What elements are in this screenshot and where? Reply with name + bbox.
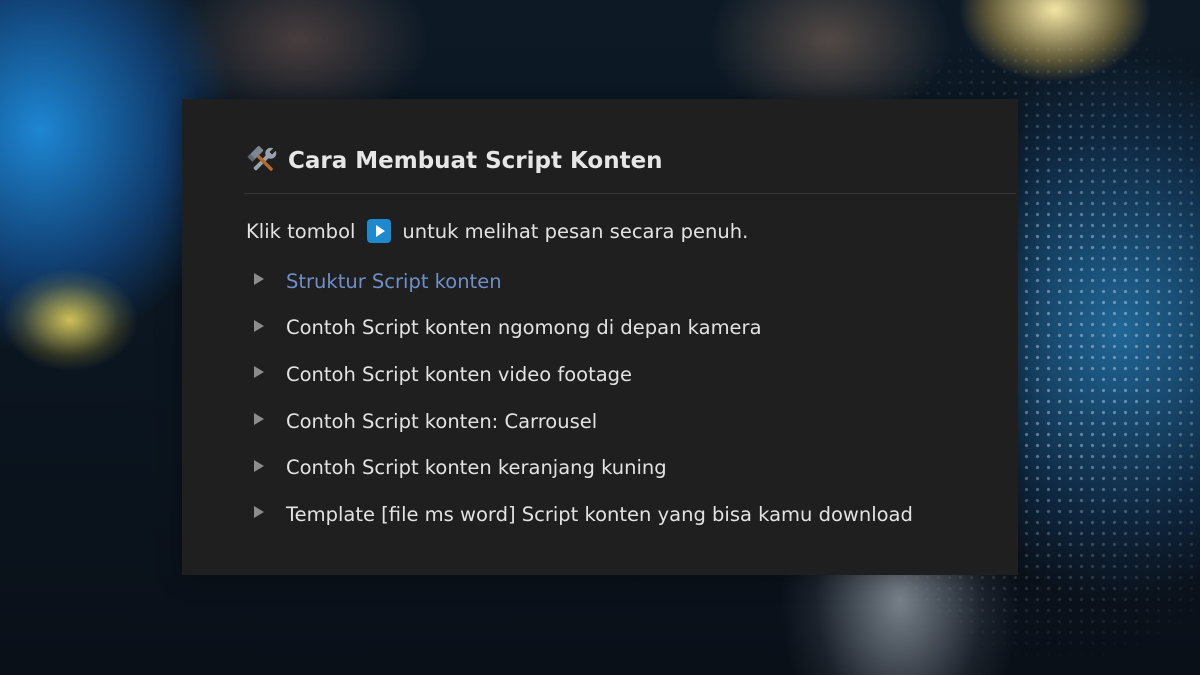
toggle-label[interactable]: Template [file ms word] Script konten ya… bbox=[286, 503, 913, 526]
toggle-label[interactable]: Contoh Script konten ngomong di depan ka… bbox=[286, 316, 762, 339]
toggle-item-template[interactable]: Template [file ms word] Script konten ya… bbox=[254, 491, 913, 538]
toggle-arrow-icon[interactable] bbox=[254, 366, 264, 379]
heading-divider bbox=[244, 193, 1016, 194]
play-button-icon[interactable] bbox=[367, 219, 392, 243]
intro-text-after: untuk melihat pesan secara penuh. bbox=[402, 219, 749, 243]
page-title: Cara Membuat Script Konten bbox=[288, 148, 663, 174]
toggle-list: Struktur Script konten Contoh Script kon… bbox=[254, 258, 913, 538]
toggle-arrow-icon[interactable] bbox=[254, 273, 264, 286]
page-heading: Cara Membuat Script Konten bbox=[246, 141, 1016, 181]
toggle-arrow-icon[interactable] bbox=[254, 506, 264, 519]
toggle-label[interactable]: Contoh Script konten video footage bbox=[286, 363, 632, 386]
toggle-arrow-icon[interactable] bbox=[254, 459, 264, 472]
notion-content-panel: Cara Membuat Script Konten Klik tombol u… bbox=[182, 99, 1018, 575]
intro-text-before: Klik tombol bbox=[246, 219, 356, 243]
toggle-item-keranjang[interactable]: Contoh Script konten keranjang kuning bbox=[254, 444, 913, 491]
toggle-item-struktur[interactable]: Struktur Script konten bbox=[254, 258, 913, 305]
toggle-item-ngomong[interactable]: Contoh Script konten ngomong di depan ka… bbox=[254, 305, 913, 352]
toggle-label[interactable]: Struktur Script konten bbox=[286, 270, 502, 293]
toggle-label[interactable]: Contoh Script konten keranjang kuning bbox=[286, 456, 667, 479]
toggle-label[interactable]: Contoh Script konten: Carrousel bbox=[286, 410, 597, 433]
toggle-arrow-icon[interactable] bbox=[254, 319, 264, 332]
hammer-and-wrench-icon bbox=[247, 146, 277, 171]
background-photo: Cara Membuat Script Konten Klik tombol u… bbox=[0, 0, 1200, 675]
toggle-arrow-icon[interactable] bbox=[254, 413, 264, 426]
toggle-item-carrousel[interactable]: Contoh Script konten: Carrousel bbox=[254, 398, 913, 445]
intro-text: Klik tombol untuk melihat pesan secara p… bbox=[246, 215, 748, 247]
toggle-item-footage[interactable]: Contoh Script konten video footage bbox=[254, 351, 913, 398]
